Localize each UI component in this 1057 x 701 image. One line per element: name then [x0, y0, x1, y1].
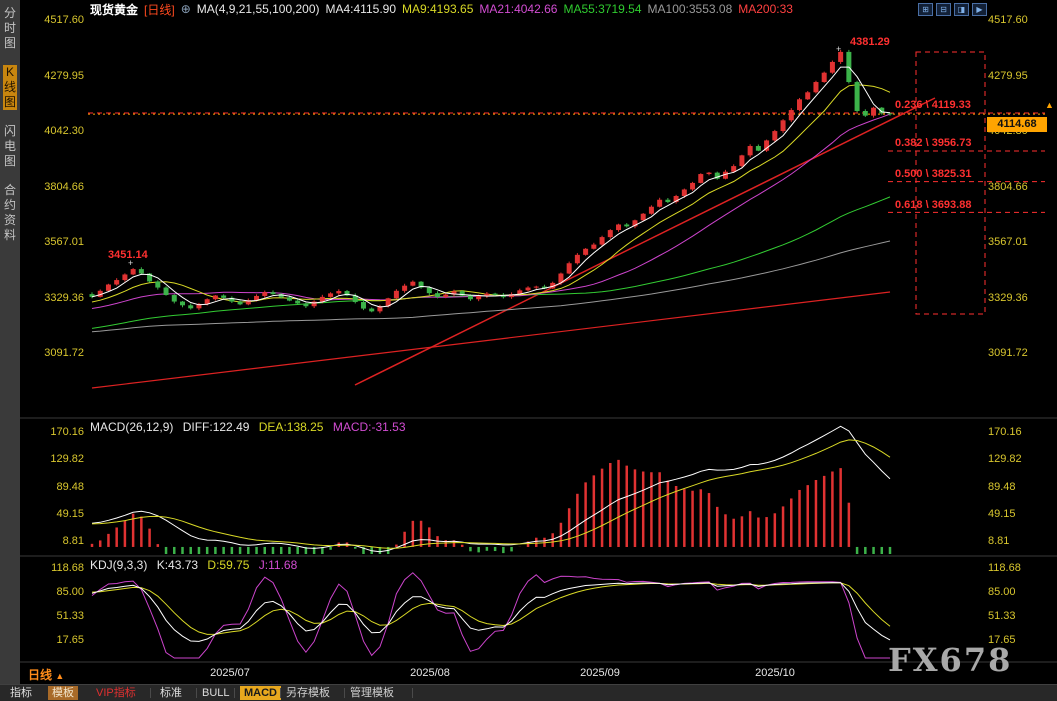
- y-axis-label: 3804.66: [988, 181, 1028, 193]
- watermark: FX678: [888, 641, 1013, 679]
- y-axis-label: 3567.01: [988, 236, 1028, 248]
- symbol-name: 现货黄金: [90, 2, 139, 17]
- macd-header: MACD(26,12,9) DIFF:122.49 DEA:138.25 MAC…: [90, 420, 412, 434]
- macd-axis-label: 49.15: [988, 508, 1016, 520]
- peak-marker-icon: +: [128, 258, 134, 268]
- grid-layout-icon[interactable]: ⊞: [918, 3, 933, 16]
- ma4-value: MA4:4115.90: [325, 2, 397, 16]
- fib-level-label: 0.500 \ 3825.31: [895, 168, 972, 180]
- y-axis-label: 3091.72: [988, 347, 1028, 359]
- y-axis-label: 3091.72: [44, 347, 84, 359]
- period-label: 日线: [28, 668, 53, 682]
- macd-axis-label: 170.16: [50, 426, 84, 438]
- period-tag: [日线]: [144, 2, 175, 17]
- price-arrow-icon: ▲: [1045, 100, 1054, 110]
- tile-layout-icon[interactable]: ⊟: [936, 3, 951, 16]
- kdj-title: KDJ(9,3,3): [90, 558, 148, 572]
- trading-app-window: 分时图 K线图 闪电图 合约资料 现货黄金 [日线] ⊕ MA(4,9,21,5…: [0, 0, 1057, 701]
- macd-axis-label: 8.81: [62, 535, 84, 547]
- x-axis-label: 2025/08: [410, 667, 450, 679]
- x-axis-label: 2025/07: [210, 667, 250, 679]
- y-axis-label: 3329.36: [988, 292, 1028, 304]
- sidebar-item-lightning[interactable]: 闪电图: [3, 124, 17, 169]
- ma21-value: MA21:4042.66: [479, 2, 558, 16]
- tab-standard[interactable]: 标准: [160, 686, 182, 700]
- kdj-axis-label: 85.00: [56, 586, 84, 598]
- y-axis-label: 4042.30: [44, 125, 84, 137]
- toolbar-divider: [412, 688, 413, 698]
- period-dropdown-icon: ▲: [55, 671, 65, 681]
- ma55-value: MA55:3719.54: [563, 2, 642, 16]
- ma100-value: MA100:3553.08: [647, 2, 733, 16]
- kdj-axis-label: 17.65: [56, 634, 84, 646]
- macd-diff-value: DIFF:122.49: [182, 420, 250, 434]
- y-axis-label: 3567.01: [44, 236, 84, 248]
- kdj-axis-label: 51.33: [56, 610, 84, 622]
- y-axis-label: 4279.95: [988, 70, 1028, 82]
- tab-bull[interactable]: BULL: [202, 686, 230, 700]
- fib-level-label: 0.382 \ 3956.73: [895, 137, 972, 149]
- toolbar-divider: [150, 688, 151, 698]
- tab-save-template[interactable]: 另存模板: [286, 686, 330, 700]
- x-axis-label: 2025/10: [755, 667, 795, 679]
- add-overlay-icon[interactable]: ⊕: [181, 2, 191, 16]
- split-layout-icon[interactable]: ◨: [954, 3, 969, 16]
- fib-level-label: 0.236 \ 4119.33: [895, 99, 971, 111]
- macd-axis-label: 8.81: [988, 535, 1010, 547]
- tab-macd[interactable]: MACD: [240, 686, 281, 700]
- x-axis-label: 2025/09: [580, 667, 620, 679]
- swing-high-label: 4381.29: [850, 36, 890, 48]
- macd-axis-label: 89.48: [988, 481, 1016, 493]
- sidebar-item-timeshare[interactable]: 分时图: [3, 6, 17, 51]
- sidebar-item-kline[interactable]: K线图: [3, 65, 17, 110]
- kdj-axis-label: 85.00: [988, 586, 1016, 598]
- window-layout-controls: ⊞ ⊟ ◨ ▶: [918, 3, 987, 16]
- macd-title: MACD(26,12,9): [90, 420, 174, 434]
- macd-hist-value: MACD:-31.53: [332, 420, 406, 434]
- toolbar-divider: [234, 688, 235, 698]
- kdj-k-value: K:43.73: [156, 558, 199, 572]
- macd-axis-label: 129.82: [50, 453, 84, 465]
- toolbar-divider: [280, 688, 281, 698]
- next-chart-icon[interactable]: ▶: [972, 3, 987, 16]
- kdj-axis-label: 118.68: [51, 562, 84, 574]
- ma200-value: MA200:33: [738, 2, 793, 16]
- macd-dea-value: DEA:138.25: [258, 420, 324, 434]
- chart-type-sidebar: 分时图 K线图 闪电图 合约资料: [0, 0, 20, 685]
- kdj-d-value: D:59.75: [207, 558, 250, 572]
- sidebar-item-contract-info[interactable]: 合约资料: [3, 183, 17, 243]
- fib-level-label: 0.618 \ 3693.88: [895, 199, 972, 211]
- y-axis-label: 3804.66: [44, 181, 84, 193]
- tab-indicators[interactable]: 指标: [10, 686, 32, 700]
- macd-axis-label: 89.48: [56, 481, 84, 493]
- tab-template[interactable]: 模板: [48, 686, 78, 700]
- y-axis-label: 4279.95: [44, 70, 84, 82]
- macd-axis-label: 170.16: [988, 426, 1022, 438]
- last-price-badge: 4114.68: [987, 117, 1047, 132]
- peak-marker-icon: +: [836, 44, 842, 54]
- kdj-axis-label: 51.33: [988, 610, 1016, 622]
- tab-manage-template[interactable]: 管理模板: [350, 686, 394, 700]
- tab-vip-indicators[interactable]: VIP指标: [96, 686, 136, 700]
- y-axis-label: 3329.36: [44, 292, 84, 304]
- indicator-toolbar: 指标 模板 VIP指标 标准 BULL MACD 另存模板 管理模板: [0, 684, 1057, 701]
- macd-axis-label: 49.15: [56, 508, 84, 520]
- chart-header: 现货黄金 [日线] ⊕ MA(4,9,21,55,100,200) MA4:41…: [20, 0, 1057, 18]
- macd-axis-label: 129.82: [988, 453, 1022, 465]
- toolbar-divider: [196, 688, 197, 698]
- toolbar-divider: [344, 688, 345, 698]
- kdj-j-value: J:11.68: [258, 558, 298, 572]
- kdj-axis-label: 118.68: [988, 562, 1021, 574]
- period-selector[interactable]: 日线 ▲: [28, 666, 64, 683]
- ma-group-label: MA(4,9,21,55,100,200): [196, 2, 320, 16]
- ma9-value: MA9:4193.65: [402, 2, 474, 16]
- kdj-header: KDJ(9,3,3) K:43.73 D:59.75 J:11.68: [90, 558, 303, 572]
